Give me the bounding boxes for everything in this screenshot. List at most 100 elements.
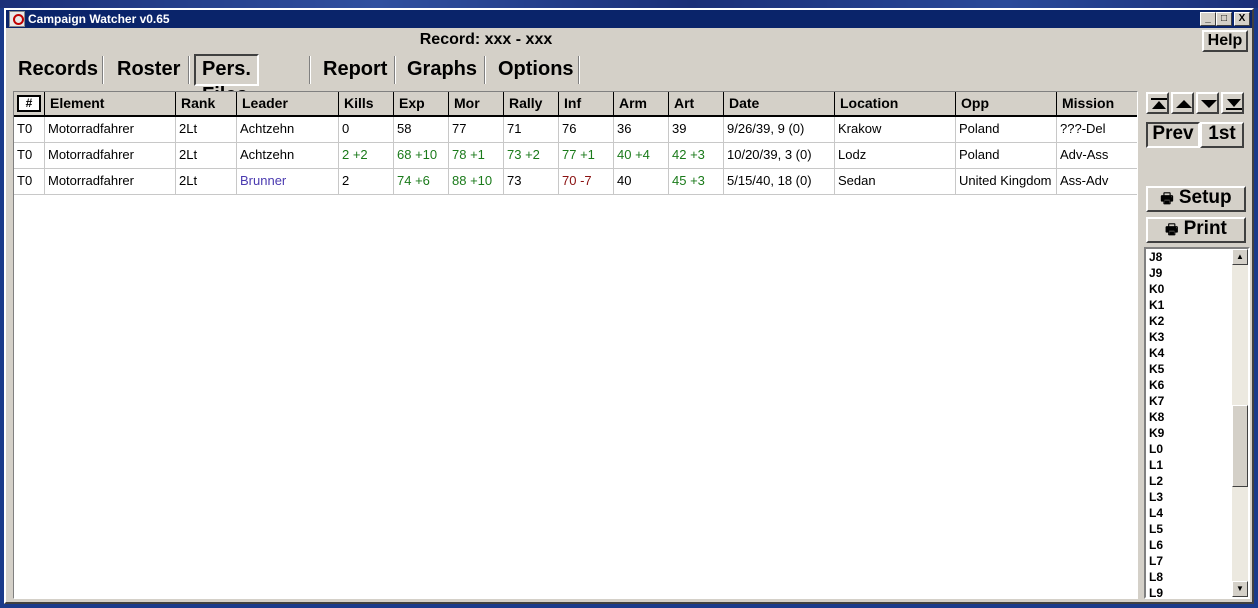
cell-leader: Achtzehn: [237, 117, 339, 143]
cell-rally: 73: [504, 169, 559, 195]
cell-id: T0: [14, 143, 45, 169]
tab-divider: [394, 56, 396, 84]
list-item[interactable]: L5: [1149, 521, 1163, 537]
cell-rally: 73 +2: [504, 143, 559, 169]
column-header-mission[interactable]: Mission: [1057, 92, 1137, 117]
record-list[interactable]: J8 J9 K0 K1 K2 K3 K4 K5 K6 K7 K8 K9 L0 L…: [1144, 247, 1250, 599]
list-item[interactable]: K5: [1149, 361, 1164, 377]
table-row[interactable]: T0 Motorradfahrer 2Lt Achtzehn 2 +2 68 +…: [14, 143, 1137, 169]
print-button[interactable]: 🖶 Print: [1146, 217, 1246, 243]
column-header-hash[interactable]: #: [14, 92, 45, 117]
cell-id: T0: [14, 117, 45, 143]
help-button[interactable]: Help: [1202, 30, 1248, 52]
list-item[interactable]: L8: [1149, 569, 1163, 585]
desktop-background: [0, 0, 1258, 8]
column-header-rally[interactable]: Rally: [504, 92, 559, 117]
column-header-kills[interactable]: Kills: [339, 92, 394, 117]
arrow-bottom-icon: [1226, 99, 1242, 110]
cell-opp: United Kingdom: [956, 169, 1057, 195]
first-button[interactable]: 1st: [1200, 122, 1244, 148]
cell-arm: 40: [614, 169, 669, 195]
list-item[interactable]: L3: [1149, 489, 1163, 505]
list-item[interactable]: K3: [1149, 329, 1164, 345]
scroll-up-icon[interactable]: ▲: [1232, 249, 1248, 265]
list-item[interactable]: K7: [1149, 393, 1164, 409]
column-header-element[interactable]: Element: [45, 92, 176, 117]
list-scrollbar[interactable]: ▲ ▼: [1232, 249, 1248, 597]
scroll-thumb[interactable]: [1232, 405, 1248, 487]
print-label: Print: [1183, 218, 1227, 239]
cell-arm: 40 +4: [614, 143, 669, 169]
cell-date: 5/15/40, 18 (0): [724, 169, 835, 195]
list-item[interactable]: K4: [1149, 345, 1164, 361]
cell-exp: 74 +6: [394, 169, 449, 195]
setup-button[interactable]: 🖶 Setup: [1146, 186, 1246, 212]
column-header-opp[interactable]: Opp: [956, 92, 1057, 117]
cell-inf: 70 -7: [559, 169, 614, 195]
column-header-location[interactable]: Location: [835, 92, 956, 117]
list-item[interactable]: L1: [1149, 457, 1163, 473]
list-item[interactable]: K6: [1149, 377, 1164, 393]
cell-art: 39: [669, 117, 724, 143]
tab-divider: [309, 56, 311, 84]
list-item[interactable]: J8: [1149, 249, 1162, 265]
cell-kills: 2: [339, 169, 394, 195]
scroll-down-icon[interactable]: ▼: [1232, 581, 1248, 597]
cell-kills: 0: [339, 117, 394, 143]
column-header-leader[interactable]: Leader: [237, 92, 339, 117]
column-header-art[interactable]: Art: [669, 92, 724, 117]
cell-art: 42 +3: [669, 143, 724, 169]
next-record-button[interactable]: [1196, 92, 1219, 114]
printer-icon: 🖶: [1165, 221, 1179, 237]
column-header-mor[interactable]: Mor: [449, 92, 504, 117]
previous-record-button[interactable]: [1171, 92, 1194, 114]
list-item[interactable]: L6: [1149, 537, 1163, 553]
cell-mission: Ass-Adv: [1057, 169, 1137, 195]
cell-arm: 36: [614, 117, 669, 143]
list-item[interactable]: L4: [1149, 505, 1163, 521]
prev-button[interactable]: Prev: [1146, 122, 1200, 148]
pers-files-table: # Element Rank Leader Kills Exp Mor Rall…: [13, 91, 1138, 599]
list-item[interactable]: L2: [1149, 473, 1163, 489]
list-item[interactable]: J9: [1149, 265, 1162, 281]
table-row[interactable]: T0 Motorradfahrer 2Lt Achtzehn 0 58 77 7…: [14, 117, 1137, 143]
tab-records[interactable]: Records: [12, 54, 104, 86]
tab-options[interactable]: Options: [492, 54, 580, 86]
cell-mor: 88 +10: [449, 169, 504, 195]
column-header-rank[interactable]: Rank: [176, 92, 237, 117]
cell-mor: 77: [449, 117, 504, 143]
record-label: Record: xxx - xxx: [419, 31, 553, 48]
list-item[interactable]: K9: [1149, 425, 1164, 441]
list-item[interactable]: L0: [1149, 441, 1163, 457]
column-header-exp[interactable]: Exp: [394, 92, 449, 117]
close-button[interactable]: X: [1234, 12, 1250, 26]
list-item[interactable]: K1: [1149, 297, 1164, 313]
tab-report[interactable]: Report: [317, 54, 393, 86]
table-row[interactable]: T0 Motorradfahrer 2Lt Brunner 2 74 +6 88…: [14, 169, 1137, 195]
list-item[interactable]: L9: [1149, 585, 1163, 597]
cell-date: 9/26/39, 9 (0): [724, 117, 835, 143]
list-item[interactable]: K8: [1149, 409, 1164, 425]
printer-icon: 🖶: [1160, 190, 1174, 206]
maximize-button[interactable]: □: [1216, 12, 1232, 26]
list-item[interactable]: K0: [1149, 281, 1164, 297]
list-item[interactable]: K2: [1149, 313, 1164, 329]
column-header-inf[interactable]: Inf: [559, 92, 614, 117]
cell-opp: Poland: [956, 143, 1057, 169]
first-record-button[interactable]: [1146, 92, 1169, 114]
cell-mission: Adv-Ass: [1057, 143, 1137, 169]
last-record-button[interactable]: [1221, 92, 1244, 114]
cell-art: 45 +3: [669, 169, 724, 195]
column-header-arm[interactable]: Arm: [614, 92, 669, 117]
column-header-date[interactable]: Date: [724, 92, 835, 117]
minimize-button[interactable]: _: [1200, 12, 1216, 26]
tab-graphs[interactable]: Graphs: [401, 54, 483, 86]
arrow-top-icon: [1151, 98, 1167, 109]
app-icon[interactable]: [9, 11, 25, 27]
cell-leader: Achtzehn: [237, 143, 339, 169]
tab-divider: [188, 56, 190, 84]
list-item[interactable]: L7: [1149, 553, 1163, 569]
tab-pers-files[interactable]: Pers. Files: [194, 54, 259, 106]
tab-roster[interactable]: Roster: [111, 54, 186, 86]
app-window: Campaign Watcher v0.65 _ □ X Record: xxx…: [4, 8, 1254, 604]
